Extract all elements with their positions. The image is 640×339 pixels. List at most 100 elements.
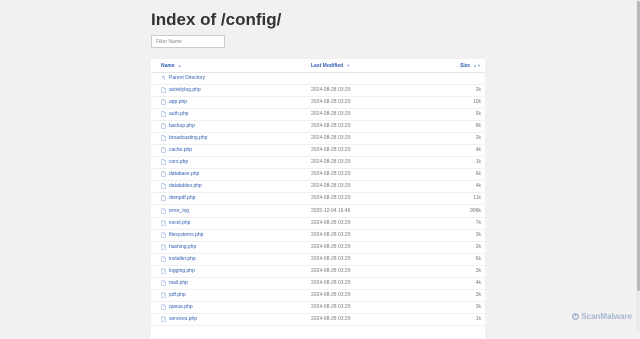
file-icon — [161, 255, 166, 262]
file-icon — [161, 243, 166, 250]
file-modified-date: 2024-08-28 03:29 — [311, 123, 351, 130]
file-icon — [161, 87, 166, 93]
file-size: 6k — [475, 171, 481, 178]
file-name-link[interactable]: logging.php — [169, 268, 195, 274]
file-size: 3k — [475, 303, 481, 310]
file-icon — [161, 123, 166, 129]
file-name-link[interactable]: broadcasting.php — [169, 135, 207, 141]
file-size: 11k — [473, 195, 481, 202]
file-name-link[interactable]: error_log — [169, 208, 189, 214]
file-icon — [161, 147, 166, 153]
name-column-label: Name — [161, 63, 175, 69]
table-row: dompdf.php 2024-08-28 03:29 11k — [151, 193, 485, 206]
file-name-link[interactable]: installer.php — [169, 256, 196, 262]
table-row: services.php 2024-08-28 03:29 1k — [151, 314, 485, 326]
file-icon — [161, 183, 166, 190]
parent-directory-link[interactable]: Parent Directory — [169, 75, 205, 81]
table-row: activitylog.php 2024-08-28 03:29 2k — [151, 85, 485, 97]
table-row: pdf.php 2024-08-28 03:29 3k — [151, 290, 485, 302]
table-row: error_log 2025-12-04 16:46 998k — [151, 206, 485, 218]
vertical-scrollbar[interactable] — [636, 0, 640, 331]
file-size: 998k — [470, 207, 481, 214]
table-row: backup.php 2024-08-28 03:29 8k — [151, 121, 485, 134]
file-name-link[interactable]: pdf.php — [169, 292, 186, 298]
file-size: 1k — [475, 159, 481, 166]
last-modified-column-header[interactable]: Last Modified ▼ — [311, 63, 350, 69]
file-modified-date: 2024-08-28 03:29 — [311, 219, 351, 226]
file-icon — [161, 99, 166, 105]
file-modified-date: 2024-08-28 03:29 — [311, 111, 351, 118]
table-row: database.php 2024-08-28 03:29 6k — [151, 169, 485, 182]
file-name-link[interactable]: database.php — [169, 171, 199, 177]
file-modified-date: 2024-08-28 03:29 — [311, 87, 351, 93]
file-modified-date: 2024-08-28 03:29 — [311, 135, 351, 142]
sort-descending-icon: ▼ — [346, 63, 351, 68]
file-name-link[interactable]: activitylog.php — [169, 87, 201, 93]
table-row: excel.php 2024-08-28 03:29 7k — [151, 218, 485, 230]
file-size: 3k — [475, 267, 481, 274]
file-name-link[interactable]: cors.php — [169, 159, 188, 165]
file-size: 8k — [475, 123, 481, 130]
parent-directory-row: ↰ Parent Directory — [151, 73, 485, 85]
table-row: auth.php 2024-08-28 03:29 5k — [151, 109, 485, 122]
file-name-link[interactable]: queue.php — [169, 304, 193, 310]
file-listing-table: Name ▲ Last Modified ▼ Size ▲▼ ↰ Parent Dir… — [151, 59, 485, 339]
file-name-link[interactable]: auth.php — [169, 111, 188, 117]
file-name-link[interactable]: services.php — [169, 316, 197, 322]
size-column-label: Size — [460, 63, 471, 69]
file-size: 2k — [475, 135, 481, 142]
table-row: cors.php 2024-08-28 03:29 1k — [151, 157, 485, 170]
watermark-text: ScanMalware — [581, 312, 632, 321]
file-size: 4k — [475, 279, 481, 286]
file-name-link[interactable]: filesystems.php — [169, 232, 203, 238]
table-row: installer.php 2024-08-28 03:29 6k — [151, 254, 485, 266]
file-name-link[interactable]: mail.php — [169, 280, 188, 286]
file-modified-date: 2024-08-28 03:29 — [311, 183, 351, 190]
file-icon — [161, 280, 166, 286]
file-icon — [161, 195, 166, 202]
filter-name-input[interactable] — [151, 35, 225, 48]
file-name-link[interactable]: dompdf.php — [169, 195, 195, 201]
name-column-header[interactable]: Name ▲ — [161, 63, 182, 69]
file-name-link[interactable]: hashing.php — [169, 244, 196, 250]
file-icon — [161, 159, 166, 166]
file-name-link[interactable]: excel.php — [169, 220, 190, 226]
file-icon — [161, 171, 166, 178]
file-name-link[interactable]: cache.php — [169, 147, 192, 153]
file-name-link[interactable]: app.php — [169, 99, 187, 105]
file-size: 4k — [475, 147, 481, 154]
table-row: mail.php 2024-08-28 03:29 4k — [151, 278, 485, 290]
file-modified-date: 2025-12-04 16:46 — [311, 207, 351, 214]
table-row: logging.php 2024-08-28 03:29 3k — [151, 266, 485, 278]
file-icon — [161, 292, 166, 298]
file-icon — [161, 219, 166, 226]
table-row: filesystems.php 2024-08-28 03:29 3k — [151, 230, 485, 242]
table-row: queue.php 2024-08-28 03:29 3k — [151, 302, 485, 314]
file-icon — [161, 268, 166, 274]
file-name-link[interactable]: datatables.php — [169, 183, 202, 189]
file-modified-date: 2024-08-28 03:29 — [311, 195, 351, 202]
file-modified-date: 2024-08-28 03:29 — [311, 267, 351, 274]
size-column-header[interactable]: Size ▲▼ — [460, 63, 481, 69]
table-row: datatables.php 2024-08-28 03:29 4k — [151, 181, 485, 194]
file-size: 2k — [475, 87, 481, 93]
file-name-link[interactable]: backup.php — [169, 123, 195, 129]
table-row: hashing.php 2024-08-28 03:29 2k — [151, 242, 485, 254]
sort-ascending-icon: ▲ — [177, 63, 182, 68]
watermark: ScanMalware — [572, 312, 632, 321]
file-size: 3k — [475, 231, 481, 238]
file-size: 6k — [475, 255, 481, 262]
table-row: broadcasting.php 2024-08-28 03:29 2k — [151, 133, 485, 146]
table-row: app.php 2024-08-28 03:29 10k — [151, 97, 485, 110]
last-modified-column-label: Last Modified — [311, 63, 344, 69]
file-size: 5k — [475, 111, 481, 118]
file-icon — [161, 111, 166, 117]
file-size: 4k — [475, 183, 481, 190]
table-row: cache.php 2024-08-28 03:29 4k — [151, 145, 485, 158]
file-modified-date: 2024-08-28 03:29 — [311, 231, 351, 238]
file-modified-date: 2024-08-28 03:29 — [311, 291, 351, 298]
file-modified-date: 2024-08-28 03:29 — [311, 255, 351, 262]
file-modified-date: 2024-08-28 03:29 — [311, 99, 351, 106]
file-size: 7k — [475, 219, 481, 226]
file-size: 3k — [475, 291, 481, 298]
